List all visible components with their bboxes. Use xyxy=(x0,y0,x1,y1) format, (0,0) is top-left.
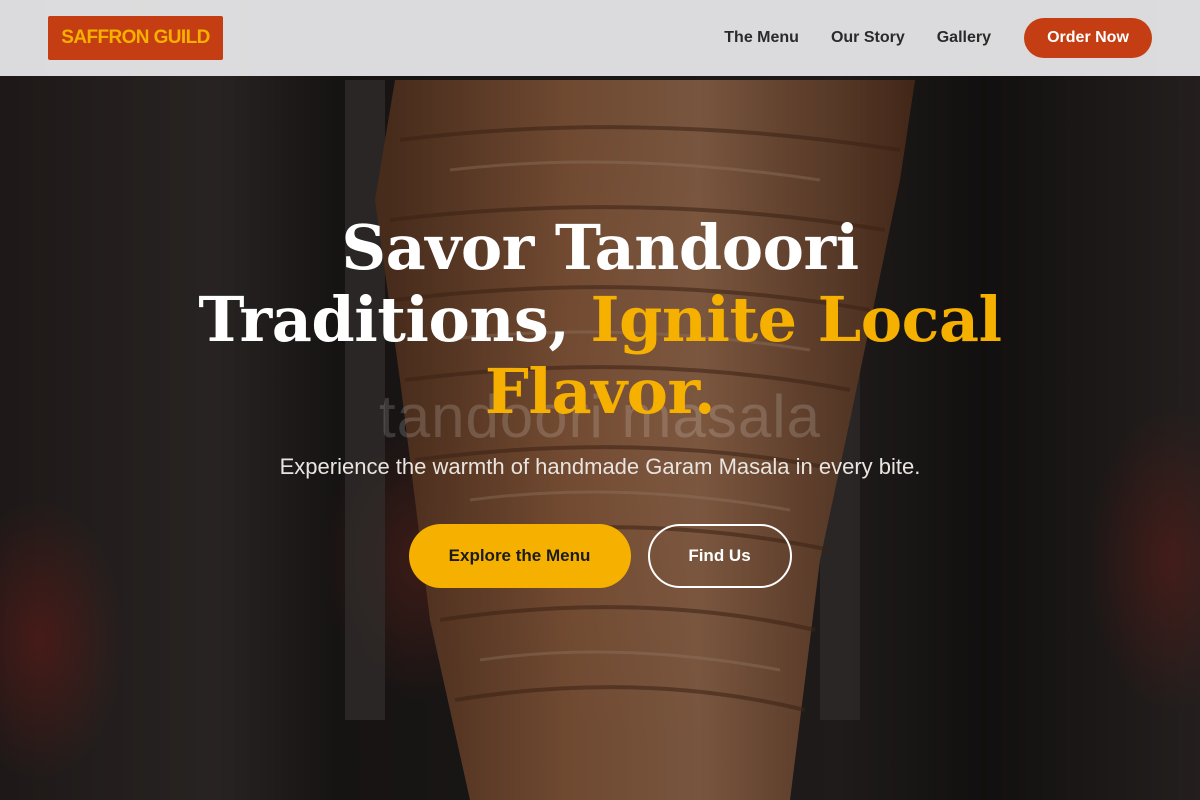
nav-link-the-menu[interactable]: The Menu xyxy=(724,29,799,47)
hero-section: tandoori masala Savor Tandoori Tradition… xyxy=(0,0,1200,800)
hero-headline: Savor Tandoori Traditions, Ignite Local … xyxy=(150,212,1050,428)
headline-line-3-accent: Flavor. xyxy=(484,355,716,428)
headline-line-2-white: Traditions, xyxy=(198,283,591,356)
nav-link-gallery[interactable]: Gallery xyxy=(937,29,991,47)
hero-subtitle: Experience the warmth of handmade Garam … xyxy=(279,454,921,479)
main-nav: The Menu Our Story Gallery Order Now xyxy=(724,18,1152,58)
headline-line-2-accent: Ignite Local xyxy=(590,283,1003,356)
find-us-button[interactable]: Find Us xyxy=(647,524,792,588)
explore-menu-button[interactable]: Explore the Menu xyxy=(408,524,631,588)
site-header: SAFFRON GUILD The Menu Our Story Gallery… xyxy=(0,0,1200,76)
order-now-button[interactable]: Order Now xyxy=(1024,18,1152,58)
headline-line-1: Savor Tandoori xyxy=(341,211,859,284)
nav-link-our-story[interactable]: Our Story xyxy=(831,29,905,47)
brand-logo[interactable]: SAFFRON GUILD xyxy=(48,16,223,60)
hero-button-group: Explore the Menu Find Us xyxy=(0,524,1200,588)
